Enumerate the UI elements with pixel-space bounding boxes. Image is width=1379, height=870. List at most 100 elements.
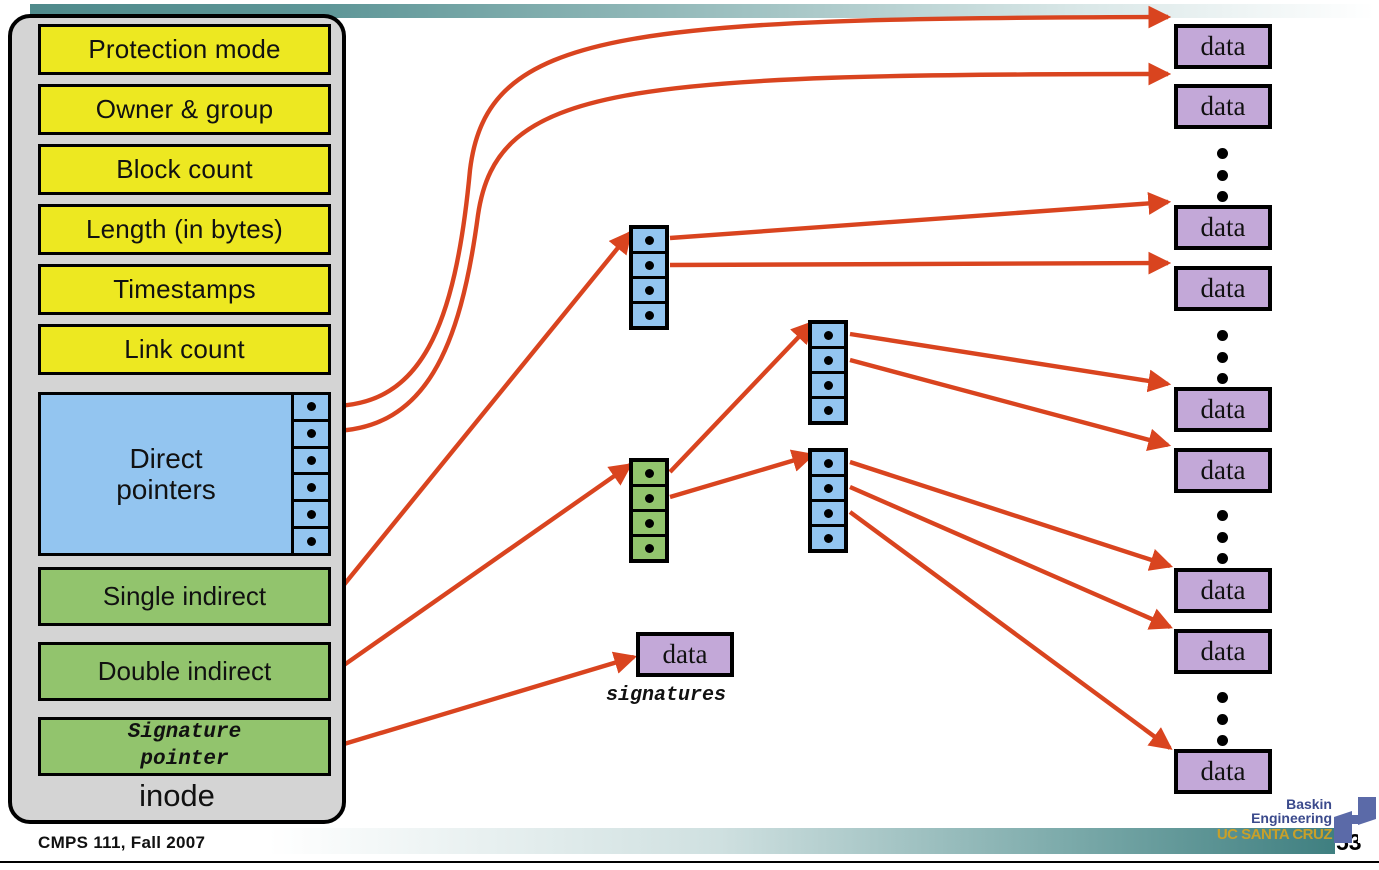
single-indirect-block	[629, 225, 669, 330]
pointer-dot-icon	[823, 508, 833, 518]
pointer-dot-icon	[306, 536, 316, 546]
signatures-data-block: data	[636, 632, 734, 677]
logo-mark-icon	[1334, 797, 1376, 843]
data-block-label: data	[1200, 394, 1246, 424]
direct-pointers-label-line2: pointers	[116, 474, 216, 505]
data-block-label: data	[1200, 756, 1246, 786]
direct-pointers-label: Direct pointers	[41, 395, 294, 553]
data-block: data	[1174, 84, 1272, 129]
pointer-dot-icon	[823, 355, 833, 365]
data-block: data	[1174, 749, 1272, 794]
single-indirect-label: Single indirect	[102, 581, 267, 611]
inode-field-protection-mode: Protection mode	[38, 24, 331, 75]
inode-field-signature-pointer: Signature pointer	[38, 717, 331, 776]
slide-canvas: Protection mode Owner & group Block coun…	[0, 0, 1379, 870]
indirect-pointer-slot	[812, 477, 844, 502]
pointer-dot-icon	[644, 235, 654, 245]
pointer-dot-icon	[644, 518, 654, 528]
ellipsis-icon	[1215, 148, 1229, 202]
double-indirect-child-upper	[808, 320, 848, 425]
pointer-dot-icon	[306, 402, 316, 412]
data-block-label: data	[1200, 273, 1246, 303]
data-block-label: data	[1200, 636, 1246, 666]
double-indirect-child-lower	[808, 448, 848, 553]
pointer-dot-icon	[644, 310, 654, 320]
ucsc-baskin-logo: Baskin Engineering UC SANTA CRUZ	[1217, 795, 1376, 857]
pointer-dot-icon	[644, 260, 654, 270]
data-block: data	[1174, 568, 1272, 613]
data-block: data	[1174, 24, 1272, 69]
inode-caption: inode	[139, 778, 215, 813]
inode-field-single-indirect: Single indirect	[38, 567, 331, 626]
data-block-label: data	[1200, 212, 1246, 242]
logo-line-ucsc: UC SANTA CRUZ	[1216, 826, 1333, 843]
footer-course-text: CMPS 111, Fall 2007	[38, 833, 206, 852]
ellipsis-icon	[1215, 330, 1229, 384]
pointer-dot-icon	[823, 533, 833, 543]
direct-pointers-label-line1: Direct	[129, 442, 203, 474]
inode-field-label: Protection mode	[88, 34, 281, 64]
pointer-dot-icon	[306, 509, 316, 519]
indirect-pointer-slot	[633, 304, 665, 326]
indirect-pointer-slot	[812, 324, 844, 349]
signature-pointer-label-line2: pointer	[140, 747, 229, 771]
logo-line-engineering: Engineering	[1251, 810, 1332, 826]
data-block: data	[1174, 629, 1272, 674]
bottom-gradient-bar	[150, 828, 1335, 854]
indirect-pointer-slot	[812, 452, 844, 477]
pointer-dot-icon	[644, 493, 654, 503]
inode-field-length: Length (in bytes)	[38, 204, 331, 255]
footer-divider	[0, 861, 1379, 863]
indirect-pointer-slot	[812, 399, 844, 421]
pointer-dot-icon	[306, 482, 316, 492]
pointer-dot-icon	[306, 429, 316, 439]
signature-pointer-label-line1: Signature	[127, 721, 242, 745]
direct-pointer-slots	[294, 395, 328, 553]
indirect-pointer-slot	[633, 279, 665, 304]
data-block: data	[1174, 448, 1272, 493]
pointer-dot-icon	[823, 483, 833, 493]
data-block-label: data	[1200, 31, 1246, 61]
data-block-label: data	[1200, 455, 1246, 485]
double-indirect-block	[629, 458, 669, 563]
indirect-pointer-slot	[812, 527, 844, 549]
pointer-dot-icon	[306, 456, 316, 466]
indirect-pointer-slot	[812, 349, 844, 374]
indirect-pointer-slot	[812, 374, 844, 399]
inode-field-label: Timestamps	[113, 274, 256, 304]
indirect-pointer-slot	[633, 537, 665, 559]
pointer-dot-icon	[823, 380, 833, 390]
direct-pointer-slot	[294, 502, 328, 530]
inode-field-double-indirect: Double indirect	[38, 642, 331, 701]
ellipsis-icon	[1215, 692, 1229, 746]
inode-field-label: Owner & group	[95, 94, 274, 124]
indirect-pointer-slot	[633, 462, 665, 487]
data-block: data	[1174, 266, 1272, 311]
data-block-label: data	[1200, 575, 1246, 605]
pointer-dot-icon	[644, 468, 654, 478]
indirect-pointer-slot	[812, 502, 844, 527]
signatures-caption: signatures	[606, 684, 727, 707]
pointer-dot-icon	[644, 543, 654, 553]
ellipsis-icon	[1215, 510, 1229, 564]
data-block-label: data	[662, 639, 708, 669]
inode-field-label: Block count	[116, 154, 253, 184]
pointer-dot-icon	[823, 330, 833, 340]
direct-pointer-slot	[294, 475, 328, 503]
inode-field-timestamps: Timestamps	[38, 264, 331, 315]
direct-pointer-slot	[294, 529, 328, 553]
data-block: data	[1174, 387, 1272, 432]
pointer-dot-icon	[823, 458, 833, 468]
inode-direct-pointers-panel: Direct pointers	[38, 392, 331, 556]
indirect-pointer-slot	[633, 512, 665, 537]
direct-pointer-slot	[294, 395, 328, 422]
double-indirect-label: Double indirect	[97, 656, 272, 686]
inode-field-owner-group: Owner & group	[38, 84, 331, 135]
direct-pointer-slot	[294, 422, 328, 449]
pointer-dot-icon	[823, 405, 833, 415]
inode-field-label: Link count	[124, 334, 245, 364]
inode-field-block-count: Block count	[38, 144, 331, 195]
inode-field-link-count: Link count	[38, 324, 331, 375]
data-block-label: data	[1200, 91, 1246, 121]
direct-pointer-slot	[294, 449, 328, 476]
